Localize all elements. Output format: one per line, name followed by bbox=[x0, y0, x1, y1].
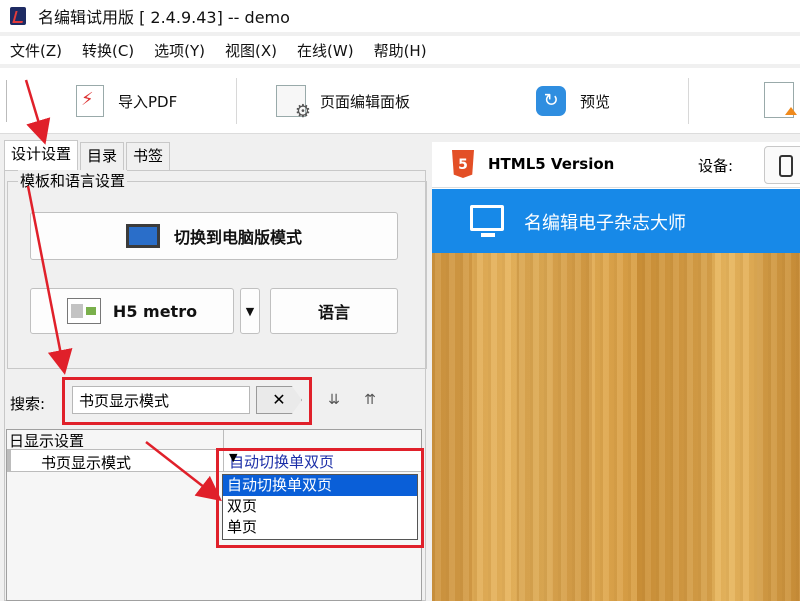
language-label: 语言 bbox=[317, 303, 350, 322]
refresh-icon: ↻ bbox=[536, 86, 566, 116]
annotation-box-dropdown bbox=[216, 448, 424, 548]
tab-design-settings[interactable]: 设计设置 bbox=[4, 140, 79, 170]
monitor-icon bbox=[470, 205, 504, 237]
tab-bookmarks[interactable]: 书签 bbox=[126, 142, 171, 170]
chevron-down-icon: ▼ bbox=[245, 304, 255, 318]
banner-text: 名编辑电子杂志大师 bbox=[524, 213, 686, 234]
template-label: H5 metro bbox=[112, 301, 198, 321]
preview-banner: 名编辑电子杂志大师 bbox=[432, 189, 800, 253]
language-button[interactable]: 语言 bbox=[270, 288, 398, 334]
grid-divider bbox=[223, 430, 224, 450]
pdf-icon bbox=[76, 85, 104, 117]
import-pdf-label: 导入PDF bbox=[118, 92, 178, 111]
title-bar: 名编辑试用版 [ 2.4.9.43] -- demo bbox=[0, 0, 800, 32]
preview-label: 预览 bbox=[580, 92, 611, 111]
row-gutter bbox=[7, 450, 11, 472]
menu-help[interactable]: 帮助(H) bbox=[364, 40, 437, 61]
preview-panel: 5 HTML5 Version 设备: 名编辑电子杂志大师 bbox=[432, 142, 800, 601]
switch-to-desktop-button[interactable]: 切换到电脑版模式 bbox=[30, 212, 398, 260]
toolbar-divider bbox=[236, 78, 237, 124]
annotation-box-search bbox=[62, 377, 312, 425]
property-name: 书页显示模式 bbox=[41, 454, 132, 472]
menu-view[interactable]: 视图(X) bbox=[215, 40, 287, 61]
page-settings-icon bbox=[276, 85, 311, 122]
category-label: 日显示设置 bbox=[9, 432, 85, 450]
phone-icon bbox=[779, 155, 793, 177]
menu-file[interactable]: 文件(Z) bbox=[0, 40, 72, 61]
menu-online[interactable]: 在线(W) bbox=[287, 40, 364, 61]
tab-toc[interactable]: 目录 bbox=[80, 142, 125, 170]
switch-mode-label: 切换到电脑版模式 bbox=[173, 228, 302, 247]
app-logo-icon bbox=[10, 7, 26, 25]
export-button[interactable] bbox=[764, 82, 797, 118]
menu-options[interactable]: 选项(Y) bbox=[144, 40, 215, 61]
preview-header: 5 HTML5 Version 设备: bbox=[432, 142, 800, 188]
template-dropdown-button[interactable]: ▼ bbox=[240, 288, 260, 334]
group-label: 模板和语言设置 bbox=[18, 170, 128, 191]
tab-strip: 设计设置 目录 书签 bbox=[4, 140, 172, 170]
search-label: 搜索: bbox=[10, 395, 46, 413]
page-editor-button[interactable]: 页面编辑面板 bbox=[276, 78, 410, 124]
monitor-icon bbox=[125, 224, 160, 248]
import-pdf-button[interactable]: 导入PDF bbox=[76, 78, 177, 124]
preview-button[interactable]: ↻ 预览 bbox=[536, 78, 610, 124]
toolbar-grip[interactable] bbox=[6, 80, 8, 122]
toolbar: 导入PDF 页面编辑面板 ↻ 预览 bbox=[0, 68, 800, 134]
property-category-row[interactable]: 日显示设置 bbox=[7, 430, 423, 450]
sort-up-icon[interactable]: ⇈ bbox=[358, 388, 382, 412]
menu-bar: 文件(Z) 转换(C) 选项(Y) 视图(X) 在线(W) 帮助(H) bbox=[0, 36, 800, 64]
menu-convert[interactable]: 转换(C) bbox=[72, 40, 144, 61]
toolbar-divider bbox=[688, 78, 689, 124]
page-editor-label: 页面编辑面板 bbox=[320, 92, 411, 111]
version-title: HTML5 Version bbox=[488, 155, 615, 173]
device-button[interactable] bbox=[764, 146, 800, 184]
window-title: 名编辑试用版 [ 2.4.9.43] -- demo bbox=[38, 8, 290, 27]
template-language-group: 模板和语言设置 切换到电脑版模式 H5 metro ▼ 语言 bbox=[7, 170, 427, 369]
sort-down-icon[interactable]: ⇊ bbox=[322, 388, 346, 412]
template-thumbnail-icon bbox=[66, 298, 101, 324]
template-button[interactable]: H5 metro bbox=[30, 288, 234, 334]
wood-background bbox=[432, 253, 800, 601]
html5-icon: 5 bbox=[452, 150, 474, 178]
device-label: 设备: bbox=[698, 157, 734, 175]
